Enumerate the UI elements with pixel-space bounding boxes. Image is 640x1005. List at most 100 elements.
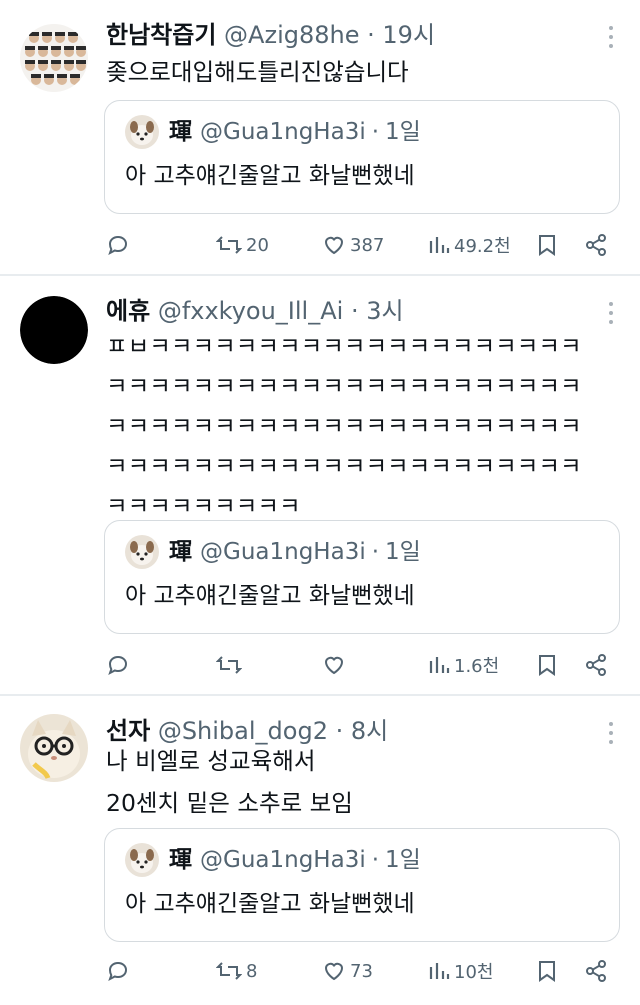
avatar[interactable] (20, 24, 88, 92)
like-count: 73 (350, 960, 373, 982)
retweet-icon (216, 962, 242, 980)
timestamp[interactable]: 3시 (366, 297, 403, 325)
quoted-avatar (125, 535, 159, 569)
more-options-icon[interactable] (608, 302, 614, 324)
heart-icon (324, 962, 344, 981)
tweet-text-line: 20센치 밑은 소추로 보임 (106, 789, 353, 817)
quoted-tweet-header: 琿 @Gua1ngHa3i · 1일 (125, 115, 421, 149)
bookmark-button[interactable] (536, 956, 558, 986)
view-count: 1.6천 (454, 656, 500, 677)
timeline-feed: 한남착즙기 @Azig88he · 19시 좆으로대입해도틀리진않습니다 琿 @… (0, 0, 640, 1005)
dog-avatar-icon (125, 115, 159, 149)
tweet-text: 나 비엘로 성교육해서 20센치 밑은 소추로 보임 (106, 740, 614, 824)
quoted-handle: @Gua1ngHa3i (200, 847, 366, 873)
tweet-text-line: 좆으로대입해도틀리진않습니다 (106, 58, 409, 86)
share-icon (586, 654, 606, 676)
tweet-text: ㅍㅂㅋㅋㅋㅋㅋㅋㅋㅋㅋㅋㅋㅋㅋㅋㅋㅋㅋㅋㅋㅋ ㅋㅋㅋㅋㅋㅋㅋㅋㅋㅋㅋㅋㅋㅋㅋㅋㅋ… (106, 326, 614, 526)
share-icon (586, 234, 606, 256)
separator: · (367, 21, 375, 49)
bookmark-icon (539, 655, 555, 676)
timestamp[interactable]: 19시 (382, 21, 435, 49)
handle[interactable]: @fxxkyou_Ill_Ai (158, 297, 344, 325)
tweet-text-line: ㅋㅋㅋㅋㅋㅋㅋㅋㅋㅋㅋㅋㅋㅋㅋㅋㅋㅋㅋㅋㅋㅋ (106, 452, 582, 480)
retweet-count: 20 (246, 234, 269, 256)
share-button[interactable] (584, 956, 608, 986)
tweet-header: 에휴 @fxxkyou_Ill_Ai · 3시 (106, 296, 600, 326)
heart-icon (324, 236, 344, 255)
dog-avatar-icon (125, 535, 159, 569)
view-count: 49.2천 (454, 236, 511, 257)
separator: · (350, 297, 359, 325)
quoted-timestamp: 1일 (385, 119, 421, 145)
tweet[interactable]: 에휴 @fxxkyou_Ill_Ai · 3시 ㅍㅂㅋㅋㅋㅋㅋㅋㅋㅋㅋㅋㅋㅋㅋㅋ… (0, 276, 640, 696)
retweet-button[interactable]: 20 (216, 230, 269, 260)
tweet-header: 한남착즙기 @Azig88he · 19시 (106, 20, 600, 50)
dog-avatar-icon (125, 843, 159, 877)
quoted-tweet[interactable]: 琿 @Gua1ngHa3i · 1일 아 고추얘긴줄알고 화날뻔했네 (104, 100, 620, 214)
reply-icon (108, 655, 128, 676)
tweet[interactable]: 선자 @Shibal_dog2 · 8시 나 비엘로 성교육해서 20센치 밑은… (0, 696, 640, 1005)
reply-button[interactable] (106, 230, 134, 260)
action-bar: 1.6천 (104, 650, 618, 680)
quoted-timestamp: 1일 (385, 847, 421, 873)
reply-icon (108, 235, 128, 256)
tweet[interactable]: 한남착즙기 @Azig88he · 19시 좆으로대입해도틀리진않습니다 琿 @… (0, 0, 640, 276)
like-count: 387 (350, 234, 385, 256)
separator: · (371, 847, 380, 873)
separator: · (371, 119, 380, 145)
share-icon (586, 960, 606, 982)
heart-icon (324, 656, 344, 675)
share-button[interactable] (584, 650, 608, 680)
avatar[interactable] (20, 714, 88, 782)
retweet-button[interactable]: 8 (216, 956, 257, 986)
tweet-text-line: ㅋㅋㅋㅋㅋㅋㅋㅋㅋㅋㅋㅋㅋㅋㅋㅋㅋㅋㅋㅋㅋㅋ (106, 412, 582, 440)
quoted-display-name: 琿 (169, 539, 192, 565)
more-options-icon[interactable] (608, 26, 614, 48)
avatar[interactable] (20, 296, 88, 364)
separator: · (371, 539, 380, 565)
quoted-display-name: 琿 (169, 119, 192, 145)
bookmark-button[interactable] (536, 230, 558, 260)
quoted-tweet-header: 琿 @Gua1ngHa3i · 1일 (125, 535, 421, 569)
quoted-handle: @Gua1ngHa3i (200, 119, 366, 145)
views-icon (429, 963, 450, 979)
retweet-button[interactable] (216, 650, 246, 680)
quoted-text: 아 고추얘긴줄알고 화날뻔했네 (125, 891, 415, 917)
group-photo-avatar-icon (20, 24, 88, 92)
views-button[interactable]: 10천 (428, 956, 493, 986)
tweet-text: 좆으로대입해도틀리진않습니다 (106, 52, 614, 92)
bookmark-button[interactable] (536, 650, 558, 680)
views-button[interactable]: 1.6천 (428, 650, 499, 680)
reply-button[interactable] (106, 956, 134, 986)
reply-icon (108, 961, 128, 982)
quoted-avatar (125, 115, 159, 149)
display-name[interactable]: 에휴 (106, 297, 150, 325)
retweet-icon (216, 656, 242, 674)
quoted-avatar (125, 843, 159, 877)
cat-with-glasses-avatar-icon (20, 714, 88, 782)
view-count: 10천 (454, 962, 494, 983)
reply-button[interactable] (106, 650, 134, 680)
quoted-tweet[interactable]: 琿 @Gua1ngHa3i · 1일 아 고추얘긴줄알고 화날뻔했네 (104, 520, 620, 634)
like-button[interactable]: 387 (322, 230, 384, 260)
handle[interactable]: @Azig88he (224, 21, 359, 49)
action-bar: 20 387 49.2천 (104, 230, 618, 260)
retweet-count: 8 (246, 960, 258, 982)
views-icon (429, 657, 450, 673)
action-bar: 8 73 10천 (104, 956, 618, 986)
display-name[interactable]: 한남착즙기 (106, 21, 216, 49)
quoted-text: 아 고추얘긴줄알고 화날뻔했네 (125, 163, 415, 189)
quoted-handle: @Gua1ngHa3i (200, 539, 366, 565)
share-button[interactable] (584, 230, 608, 260)
quoted-tweet-header: 琿 @Gua1ngHa3i · 1일 (125, 843, 421, 877)
quoted-text: 아 고추얘긴줄알고 화날뻔했네 (125, 583, 415, 609)
like-button[interactable]: 73 (322, 956, 373, 986)
tweet-text-line: ㅍㅂㅋㅋㅋㅋㅋㅋㅋㅋㅋㅋㅋㅋㅋㅋㅋㅋㅋㅋㅋㅋ (106, 332, 582, 360)
like-button[interactable] (322, 650, 350, 680)
retweet-icon (216, 236, 242, 254)
quoted-tweet[interactable]: 琿 @Gua1ngHa3i · 1일 아 고추얘긴줄알고 화날뻔했네 (104, 828, 620, 942)
views-button[interactable]: 49.2천 (428, 230, 511, 260)
black-circle-avatar-icon (20, 296, 88, 364)
views-icon (429, 237, 450, 253)
bookmark-icon (539, 961, 555, 982)
